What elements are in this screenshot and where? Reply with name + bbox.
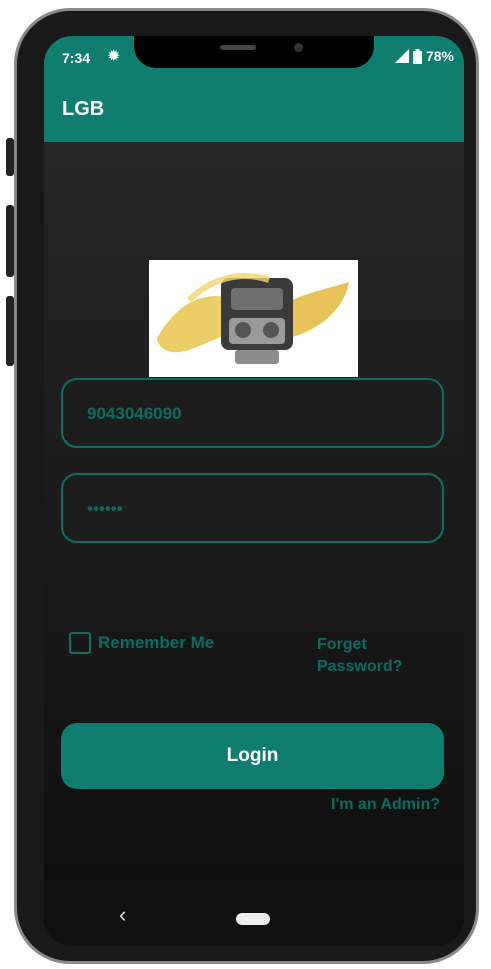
- password-input[interactable]: [85, 475, 419, 543]
- volume-up-button: [6, 138, 14, 176]
- remember-label: Remember Me: [98, 633, 215, 652]
- remember-checkbox[interactable]: [69, 632, 91, 654]
- speaker-grille: [220, 45, 256, 50]
- phone-input[interactable]: [85, 380, 419, 448]
- nav-bar: ‹: [44, 886, 464, 946]
- forget-password-link[interactable]: Forget Password?: [317, 634, 427, 678]
- volume-down-button: [6, 205, 14, 277]
- login-button[interactable]: Login: [61, 723, 444, 789]
- app-title: LGB: [62, 98, 105, 120]
- power-button: [6, 296, 14, 366]
- battery-icon: [412, 48, 422, 64]
- front-camera: [294, 43, 303, 52]
- login-content: Remember Me Forget Password? Login I'm a…: [44, 142, 464, 946]
- password-field[interactable]: [61, 473, 444, 543]
- phone-field[interactable]: [61, 378, 444, 448]
- remember-me[interactable]: Remember Me: [69, 632, 214, 654]
- back-icon[interactable]: ‹: [119, 902, 126, 928]
- engine-logo-icon: [149, 260, 358, 377]
- app-bar: LGB: [44, 76, 464, 142]
- admin-link[interactable]: I'm an Admin?: [331, 796, 440, 814]
- status-right: 78%: [394, 48, 454, 64]
- gear-icon: ✹: [107, 48, 121, 65]
- status-time: 7:34: [62, 50, 91, 66]
- camera-notch: [134, 36, 374, 68]
- signal-icon: [394, 49, 409, 63]
- status-bar: 7:34 ✹ 78%: [44, 36, 464, 76]
- home-icon[interactable]: [236, 913, 270, 925]
- app-screen: 7:34 ✹ 78% LGB 9043046090 •••••• Remembe…: [44, 36, 464, 946]
- battery-percent: 78%: [425, 48, 454, 64]
